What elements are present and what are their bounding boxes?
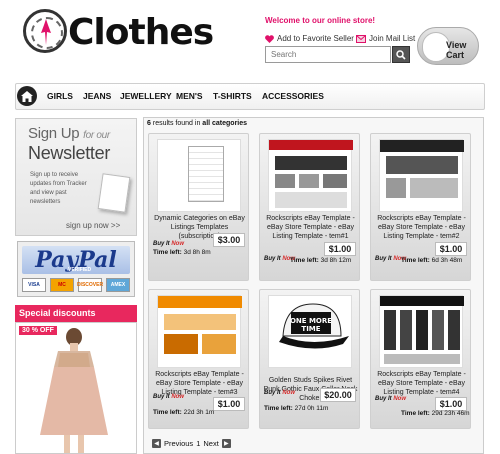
- special-discounts-heading: Special discounts: [15, 305, 137, 322]
- svg-text:ONE MORE: ONE MORE: [290, 317, 332, 325]
- results-summary: 6 results found in all categories: [147, 120, 247, 127]
- join-mail-link[interactable]: Join Mail List: [356, 34, 415, 43]
- results-category: all categories: [202, 120, 248, 127]
- search-button[interactable]: [392, 46, 410, 63]
- paypal-verified-label: VERIFIED: [68, 267, 92, 273]
- mastercard-icon: MC: [50, 278, 74, 292]
- home-button[interactable]: [17, 86, 37, 106]
- product-price: $1.00: [324, 242, 356, 256]
- buy-it-now-logo: Buy It Now: [375, 396, 407, 402]
- time-left: Time left: 6d 3h 48m: [401, 257, 463, 264]
- time-left: Time left: 27d 0h 11m: [264, 405, 329, 412]
- product-thumbnail[interactable]: [379, 139, 464, 212]
- product-title[interactable]: Rockscripts eBay Template - eBay Store T…: [263, 214, 358, 241]
- nav-item-girls[interactable]: GIRLS: [47, 91, 73, 101]
- join-mail-label: Join Mail List: [369, 34, 416, 43]
- product-thumbnail[interactable]: ONE MORE TIME: [268, 295, 352, 368]
- brand-name[interactable]: Clothes: [68, 13, 214, 53]
- view-cart-label: View Cart: [446, 40, 467, 60]
- view-cart-button[interactable]: View Cart: [417, 27, 479, 65]
- svg-text:TIME: TIME: [301, 325, 320, 333]
- current-page: 1: [196, 439, 201, 448]
- newsletter-banner[interactable]: Sign Up for our Newsletter Sign up to re…: [15, 118, 137, 236]
- product-card[interactable]: Rockscripts eBay Template - eBay Store T…: [370, 289, 471, 429]
- dress-icon: [41, 19, 51, 45]
- product-price: $1.00: [213, 397, 245, 411]
- paypal-verified-badge: PayPal VERIFIED VISA MC DISCOVER AMEX: [17, 241, 135, 297]
- buy-it-now-logo: Buy It Now: [153, 394, 185, 400]
- newsletter-signup-link[interactable]: sign up now >>: [66, 221, 120, 230]
- product-card[interactable]: Rockscripts eBay Template - eBay Store T…: [148, 289, 249, 429]
- dress-product-image: [40, 328, 108, 453]
- results-text: results found in: [152, 120, 201, 127]
- previous-link[interactable]: Previous: [164, 439, 193, 448]
- product-price: $1.00: [435, 397, 467, 411]
- product-thumbnail[interactable]: [157, 295, 242, 368]
- special-discounts-box[interactable]: 30 % OFF: [15, 322, 137, 454]
- product-card[interactable]: ONE MORE TIME Golden Studs Spikes Rivet …: [259, 289, 360, 429]
- nav-item-mens[interactable]: MEN'S: [176, 91, 203, 101]
- results-count: 6: [147, 120, 151, 127]
- product-thumbnail[interactable]: [268, 139, 353, 212]
- welcome-text: Welcome to our online store!: [265, 16, 376, 25]
- product-thumbnail[interactable]: [379, 295, 464, 368]
- nav-item-tshirts[interactable]: T-SHIRTS: [213, 91, 252, 101]
- product-price: $1.00: [435, 242, 467, 256]
- nav-item-jewellery[interactable]: JEWELLERY: [120, 91, 172, 101]
- heart-icon: [265, 34, 274, 43]
- search-icon: [396, 49, 406, 60]
- next-arrow-icon[interactable]: ▶: [221, 439, 231, 448]
- time-left: Time left: 3d 8h 12m: [290, 257, 352, 264]
- nav-item-jeans[interactable]: JEANS: [83, 91, 111, 101]
- product-thumbnail[interactable]: [157, 139, 241, 212]
- add-favorite-label: Add to Favorite Seller: [277, 34, 354, 43]
- pagination: ◀ Previous 1 Next ▶: [152, 439, 231, 448]
- product-title[interactable]: Rockscripts eBay Template - eBay Store T…: [374, 370, 469, 397]
- product-card[interactable]: Dynamic Categories on eBay Listings Temp…: [148, 133, 249, 281]
- search-input[interactable]: [265, 46, 391, 63]
- newsletter-title: Newsletter: [28, 143, 111, 163]
- home-icon: [21, 90, 33, 102]
- discover-card-icon: DISCOVER: [77, 278, 103, 292]
- next-link[interactable]: Next: [203, 439, 218, 448]
- trucker-cap-image: ONE MORE TIME: [279, 303, 349, 349]
- product-price: $20.00: [320, 388, 356, 402]
- product-price: $3.00: [213, 233, 245, 247]
- product-title[interactable]: Rockscripts eBay Template - eBay Store T…: [374, 214, 469, 241]
- product-card[interactable]: Rockscripts eBay Template - eBay Store T…: [370, 133, 471, 281]
- amex-card-icon: AMEX: [106, 278, 130, 292]
- time-left: Time left: 29d 23h 46m: [401, 410, 470, 417]
- visa-card-icon: VISA: [22, 278, 46, 292]
- buy-it-now-logo: Buy It Now: [264, 390, 296, 396]
- mail-icon: [356, 34, 366, 43]
- product-card[interactable]: Rockscripts eBay Template - eBay Store T…: [259, 133, 360, 281]
- time-left: Time left: 22d 3h 1m: [153, 409, 215, 416]
- nav-item-accessories[interactable]: ACCESSORIES: [262, 91, 324, 101]
- brand-logo[interactable]: [23, 9, 67, 53]
- previous-arrow-icon[interactable]: ◀: [152, 439, 161, 448]
- product-title[interactable]: Rockscripts eBay Template - eBay Store T…: [152, 370, 247, 397]
- buy-it-now-logo: Buy It Now: [153, 241, 185, 247]
- newsletter-description: Sign up to receive updates from Tracker …: [30, 172, 87, 205]
- newsletter-signup-heading: Sign Up for our: [28, 125, 110, 142]
- newsletter-document-icon: [97, 173, 131, 213]
- add-favorite-link[interactable]: Add to Favorite Seller: [265, 34, 354, 43]
- time-left: Time left: 3d 8h 8m: [153, 249, 211, 256]
